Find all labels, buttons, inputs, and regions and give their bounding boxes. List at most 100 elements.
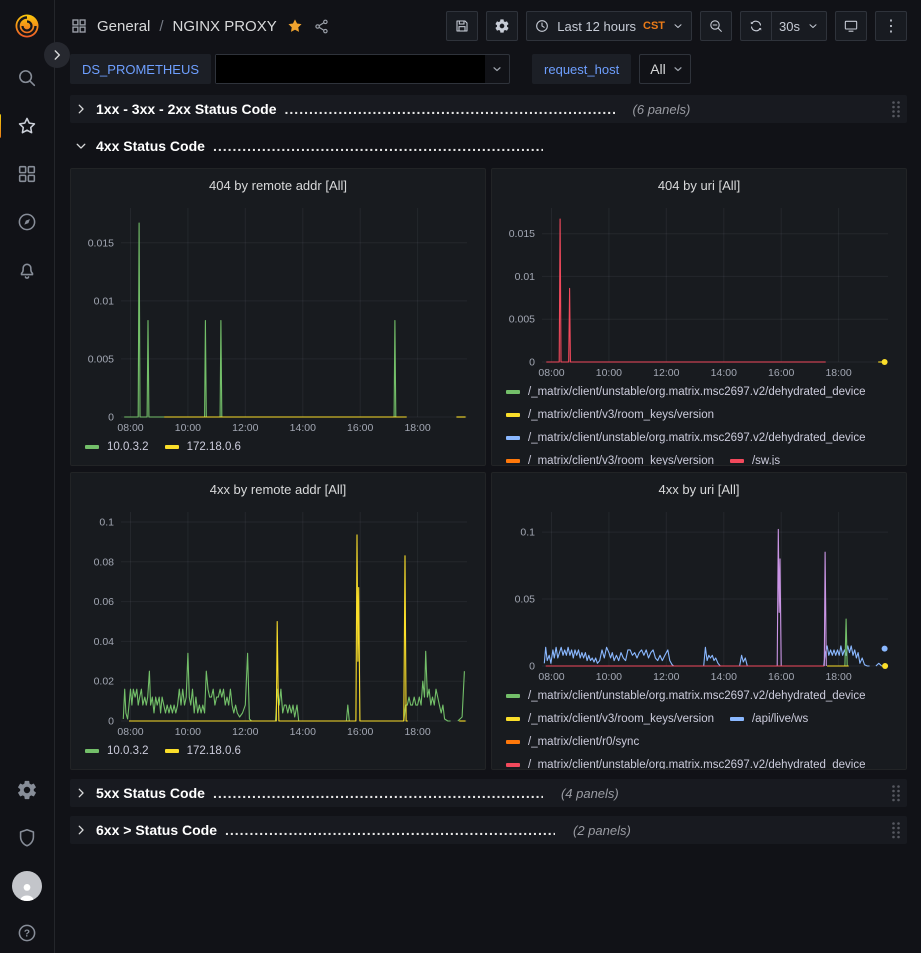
row-header-6xx[interactable]: 6xx > Status Code ......................…: [70, 816, 907, 844]
panel-title[interactable]: 404 by uri [All]: [502, 176, 896, 200]
row-drag-handle-icon[interactable]: [891, 784, 901, 802]
timeseries-chart-4xx-remote-addr[interactable]: 08:0010:0012:0014:0016:0018:0000.020.040…: [81, 504, 475, 739]
sidebar-item-explore[interactable]: [7, 202, 47, 242]
svg-text:14:00: 14:00: [290, 726, 316, 738]
sidebar-item-alerting[interactable]: [7, 250, 47, 290]
chart-canvas[interactable]: 08:0010:0012:0014:0016:0018:0000.050.1: [502, 504, 896, 684]
panel-title[interactable]: 404 by remote addr [All]: [81, 176, 475, 200]
time-picker-button[interactable]: Last 12 hours CST: [526, 11, 692, 41]
row-drag-handle-icon[interactable]: [891, 100, 901, 118]
svg-text:0.04: 0.04: [94, 636, 115, 648]
legend-item[interactable]: /_matrix/client/v3/room_keys/version: [506, 409, 714, 421]
time-range-label: Last 12 hours: [557, 19, 636, 34]
legend-label: /_matrix/client/unstable/org.matrix.msc2…: [528, 690, 866, 702]
svg-text:0.02: 0.02: [94, 676, 115, 688]
legend-item[interactable]: 10.0.3.2: [85, 441, 149, 453]
kebab-menu-button[interactable]: ⋮: [875, 11, 907, 41]
person-icon: [16, 879, 38, 901]
row-header-5xx[interactable]: 5xx Status Code ........................…: [70, 779, 907, 807]
svg-text:0.06: 0.06: [94, 596, 115, 608]
chart-canvas[interactable]: 08:0010:0012:0014:0016:0018:0000.0050.01…: [81, 200, 475, 435]
panel-4xx-by-remote-addr: 4xx by remote addr [All] 08:0010:0012:00…: [70, 472, 486, 770]
timeseries-chart-404-remote-addr[interactable]: 08:0010:0012:0014:0016:0018:0000.0050.01…: [81, 200, 475, 435]
legend-item[interactable]: /_matrix/client/unstable/org.matrix.msc2…: [506, 759, 866, 771]
panel-title[interactable]: 4xx by remote addr [All]: [81, 480, 475, 504]
sidebar-item-configuration[interactable]: [7, 770, 47, 810]
chart-legend: 10.0.3.2 172.18.0.6: [81, 739, 475, 762]
save-dashboard-button[interactable]: [446, 11, 478, 41]
navbar: General / NGINX PROXY L: [55, 0, 921, 52]
legend-label: /_matrix/client/unstable/org.matrix.msc2…: [528, 386, 866, 398]
legend-item[interactable]: 10.0.3.2: [85, 745, 149, 757]
legend-item[interactable]: /_matrix/client/r0/sync: [506, 736, 639, 748]
chevron-right-icon: [74, 102, 88, 116]
sidebar-item-search[interactable]: [7, 58, 47, 98]
sidebar-item-starred[interactable]: [7, 106, 47, 146]
favorite-star-icon[interactable]: [286, 17, 304, 35]
legend-swatch: [506, 459, 520, 463]
timeseries-chart-404-uri[interactable]: 08:0010:0012:0014:0016:0018:0000.0050.01…: [502, 200, 896, 380]
legend-label: 172.18.0.6: [187, 745, 241, 757]
legend-swatch: [165, 749, 179, 753]
legend-label: /api/live/ws: [752, 713, 808, 725]
legend-item[interactable]: /_matrix/client/unstable/org.matrix.msc2…: [506, 432, 866, 444]
svg-text:18:00: 18:00: [825, 671, 851, 683]
row-title-dots: ........................................…: [213, 138, 543, 154]
grafana-logo-icon[interactable]: [13, 12, 41, 40]
save-icon: [454, 18, 470, 34]
legend-row: /_matrix/client/unstable/org.matrix.msc2…: [506, 380, 896, 403]
refresh-button[interactable]: [740, 11, 771, 41]
svg-text:0.015: 0.015: [88, 237, 114, 249]
svg-text:16:00: 16:00: [768, 671, 794, 683]
chevron-down-icon: [485, 63, 509, 75]
compass-icon: [16, 211, 38, 233]
timeseries-chart-4xx-uri[interactable]: 08:0010:0012:0014:0016:0018:0000.050.1: [502, 504, 896, 684]
sidebar-item-server-admin[interactable]: [7, 818, 47, 858]
gear-icon: [16, 779, 38, 801]
dashboard-settings-button[interactable]: [486, 11, 518, 41]
breadcrumb-section[interactable]: General: [97, 18, 150, 35]
request-host-value: All: [650, 61, 666, 77]
datasource-variable-label[interactable]: DS_PROMETHEUS: [70, 54, 211, 84]
svg-text:0.08: 0.08: [94, 556, 115, 568]
timezone-label: CST: [643, 20, 665, 32]
sidebar-item-dashboards[interactable]: [7, 154, 47, 194]
legend-item[interactable]: 172.18.0.6: [165, 745, 241, 757]
legend-swatch: [506, 694, 520, 698]
panel-title[interactable]: 4xx by uri [All]: [502, 480, 896, 504]
chevron-right-icon: [74, 823, 88, 837]
row-drag-handle-icon[interactable]: [891, 821, 901, 839]
zoom-out-time-button[interactable]: [700, 11, 732, 41]
legend-item[interactable]: /_matrix/client/v3/room_keys/version: [506, 455, 714, 467]
cycle-view-mode-button[interactable]: [835, 11, 867, 41]
legend-row: /_matrix/client/r0/sync: [506, 730, 896, 753]
sidebar-item-help[interactable]: ?: [7, 913, 47, 953]
sidebar-expand-button[interactable]: [44, 42, 70, 68]
legend-item[interactable]: /api/live/ws: [730, 713, 808, 725]
legend-item[interactable]: /_matrix/client/v3/room_keys/version: [506, 713, 714, 725]
row-header-4xx[interactable]: 4xx Status Code ........................…: [70, 132, 907, 160]
share-icon[interactable]: [313, 18, 330, 35]
legend-row: /_matrix/client/unstable/org.matrix.msc2…: [506, 753, 896, 770]
request-host-select[interactable]: All: [639, 54, 691, 84]
row-header-1xx-3xx-2xx[interactable]: 1xx - 3xx - 2xx Status Code ............…: [70, 95, 907, 123]
chart-canvas[interactable]: 08:0010:0012:0014:0016:0018:0000.020.040…: [81, 504, 475, 739]
refresh-interval-dropdown[interactable]: 30s: [771, 11, 827, 41]
row-title: 5xx Status Code: [96, 785, 205, 801]
sidebar-item-profile[interactable]: [7, 866, 47, 906]
request-host-variable-label[interactable]: request_host: [532, 54, 631, 84]
legend-item[interactable]: /_matrix/client/unstable/org.matrix.msc2…: [506, 386, 866, 398]
chart-canvas[interactable]: 08:0010:0012:0014:0016:0018:0000.0050.01…: [502, 200, 896, 380]
legend-item[interactable]: 172.18.0.6: [165, 441, 241, 453]
question-circle-icon: ?: [16, 922, 38, 944]
svg-text:18:00: 18:00: [825, 367, 851, 379]
row-panel-count: (6 panels): [633, 102, 691, 117]
chart-legend: 10.0.3.2 172.18.0.6: [81, 435, 475, 458]
legend-item[interactable]: /sw.js: [730, 455, 780, 467]
dashboard-toolbar: Last 12 hours CST 30s: [446, 11, 907, 41]
datasource-select[interactable]: [215, 54, 510, 84]
legend-item[interactable]: /_matrix/client/unstable/org.matrix.msc2…: [506, 690, 866, 702]
svg-text:0: 0: [529, 661, 535, 673]
svg-text:16:00: 16:00: [347, 422, 373, 434]
svg-text:0.01: 0.01: [94, 295, 115, 307]
